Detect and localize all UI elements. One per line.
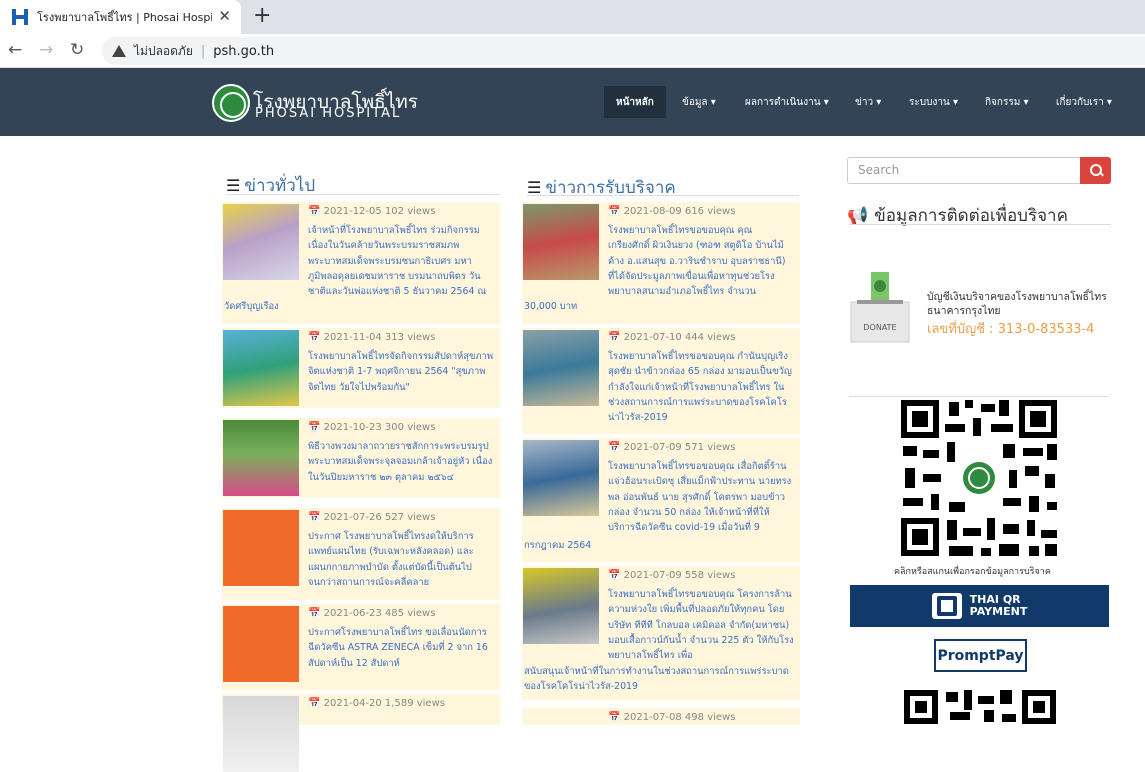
menu-news[interactable]: ข่าว ▾ [843,86,893,118]
donation-link[interactable]: โรงพยาบาลโพธิ์ไทรขอขอบคุณ เสื่อกิตติ์ร้า… [608,459,794,535]
divider [527,195,799,196]
news-link[interactable]: ประกาศ โรงพยาบาลโพธิ์ไทรงดให้บริการแพทย์… [308,529,494,590]
donation-thumbnail[interactable] [523,204,599,280]
news-card[interactable]: 📅 2021-07-26 527 views ประกาศ โรงพยาบาลโ… [222,508,500,600]
news-link[interactable]: พิธีวางพวงมาลาถวายราชสักการะพระบรมรูป พร… [308,439,494,485]
donation-meta: 📅 2021-07-08 498 views [608,712,736,723]
promptpay-qr-icon[interactable] [902,688,1058,725]
donation-card[interactable]: 📅 2021-08-09 616 views โรงพยาบาลโพธิ์ไทร… [522,202,800,324]
donation-thumbnail[interactable] [523,330,599,406]
new-tab-icon[interactable]: + [253,3,271,28]
donation-link-tail[interactable]: สนับสนุนเจ้าหน้าที่ในการทำงานในช่วงสถานก… [524,664,794,695]
donation-link[interactable]: โรงพยาบาลโพธิ์ไทรขอขอบคุณ คุณเกรียงศักดิ… [608,223,794,299]
news-link-tail[interactable]: วัดศรีบุญเรือง [224,299,494,314]
news-thumbnail[interactable] [223,510,299,586]
donation-link[interactable]: โรงพยาบาลโพธิ์ไทรขอขอบคุณ โครงการล้านควา… [608,587,794,663]
donation-thumbnail[interactable] [523,568,599,644]
qr-code-icon[interactable] [899,398,1059,558]
list-icon: ☰ [226,176,241,195]
insecure-label: ไม่ปลอดภัย [134,43,193,58]
megaphone-icon: 📢 [847,205,869,226]
promptpay-logo: PromptPay [934,639,1027,672]
donation-meta: 📅 2021-07-10 444 views [608,332,736,343]
donation-link-tail[interactable]: กรกฎาคม 2564 [524,538,794,553]
close-tab-icon[interactable]: ✕ [218,7,231,25]
browser-tab[interactable]: โรงพยาบาลโพธิ์ไทร | Phosai Hospital ✕ [0,0,241,34]
news-thumbnail[interactable] [223,204,299,280]
thai-qr-icon [931,593,962,619]
forward-icon[interactable]: → [39,40,53,60]
news-meta: 📅 2021-04-20 1,589 views [308,698,445,709]
divider [849,396,1109,397]
donation-card[interactable]: 📅 2021-07-09 571 views โรงพยาบาลโพธิ์ไทร… [522,438,800,562]
news-card[interactable]: 📅 2021-10-23 300 views พิธีวางพวงมาลาถวา… [222,418,500,498]
news-link[interactable]: ประกาศโรงพยาบาลโพธิ์ไทร ขอเลื่อนนัดการฉี… [308,625,494,671]
donation-link-tail[interactable]: 30,000 บาท [524,299,794,314]
reload-icon[interactable]: ↻ [70,40,84,60]
donation-card[interactable]: 📅 2021-07-08 498 views [522,708,800,725]
url-text[interactable]: psh.go.th [213,44,274,59]
divider [226,194,500,195]
news-link[interactable]: โรงพยาบาลโพธิ์ไทรจัดกิจกรรมสัปดาห์สุขภาพ… [308,349,494,395]
news-card[interactable]: 📅 2021-04-20 1,589 views [222,694,500,772]
donation-link[interactable]: โรงพยาบาลโพธิ์ไทรขอขอบคุณ กำนันบุญเริง ส… [608,349,794,425]
news-meta: 📅 2021-07-26 527 views [308,512,436,523]
menu-performance[interactable]: ผลการดำเนินงาน ▾ [733,86,841,118]
news-thumbnail[interactable] [223,330,299,406]
news-card[interactable]: 📅 2021-11-04 313 views โรงพยาบาลโพธิ์ไทร… [222,328,500,408]
donation-card[interactable]: 📅 2021-07-09 558 views โรงพยาบาลโพธิ์ไทร… [522,566,800,700]
menu-systems[interactable]: ระบบงาน ▾ [897,86,970,118]
menu-info[interactable]: ข้อมูล ▾ [670,86,728,118]
donation-news-heading: ☰ ข่าวการรับบริจาค [527,174,676,201]
news-meta: 📅 2021-10-23 300 views [308,422,436,433]
donation-meta: 📅 2021-07-09 558 views [608,570,736,581]
tab-title: โรงพยาบาลโพธิ์ไทร | Phosai Hospital [37,11,212,24]
menu-home[interactable]: หน้าหลัก [604,86,666,118]
donation-meta: 📅 2021-07-09 571 views [608,442,736,453]
qr-caption: คลิกหรือสแกนเพื่อกรอกข้อมูลการบริจาค [894,567,1051,577]
search-button[interactable] [1080,157,1111,184]
news-thumbnail[interactable] [223,420,299,496]
thai-qr-label-2: PAYMENT [969,605,1028,618]
warning-icon [112,45,126,57]
account-name: บัญชีเงินบริจาคของโรงพยาบาลโพธิ์ไทร ธนาค… [927,291,1107,317]
thai-qr-banner: THAI QR PAYMENT [850,585,1109,627]
account-number: เลขที่บัญชี : 313-0-83533-4 [927,322,1095,337]
donation-card[interactable]: 📅 2021-07-10 444 views โรงพยาบาลโพธิ์ไทร… [522,328,800,434]
browser-tabbar: โรงพยาบาลโพธิ์ไทร | Phosai Hospital ✕ + [0,0,1145,34]
address-bar[interactable]: ไม่ปลอดภัย | psh.go.th [102,37,1145,65]
donation-meta: 📅 2021-08-09 616 views [608,206,736,217]
donation-thumbnail[interactable] [523,440,599,516]
menu-activities[interactable]: กิจกรรม ▾ [973,86,1041,118]
news-thumbnail[interactable] [223,696,299,772]
donate-label: DONATE [863,323,896,332]
thai-qr-text: THAI QR PAYMENT [970,594,1028,618]
divider [849,224,1111,225]
news-card[interactable]: 📅 2021-06-23 485 views ประกาศโรงพยาบาลโพ… [222,604,500,690]
menu-about[interactable]: เกี่ยวกับเรา ▾ [1044,86,1124,118]
news-meta: 📅 2021-06-23 485 views [308,608,436,619]
hospital-logo-icon[interactable] [212,84,250,122]
browser-toolbar: ← → ↻ ไม่ปลอดภัย | psh.go.th [0,34,1145,68]
donate-box-icon: DONATE [850,272,910,343]
site-favicon-icon [12,9,28,25]
news-meta: 📅 2021-11-04 313 views [308,332,436,343]
brand-name-en[interactable]: PHOSAI HOSPITAL [255,106,401,121]
news-card[interactable]: 📅 2021-12-05 102 views เจ้าหน้าที่โรงพยา… [222,202,500,324]
donation-news-title: ข่าวการรับบริจาค [545,178,676,198]
site-header: โรงพยาบาลโพธิ์ไทร PHOSAI HOSPITAL หน้าหล… [0,68,1145,136]
search-input[interactable]: Search [847,157,1081,184]
news-meta: 📅 2021-12-05 102 views [308,206,436,217]
news-link[interactable]: เจ้าหน้าที่โรงพยาบาลโพธิ์ไทร ร่วมกิจกรรม… [308,223,494,299]
back-icon[interactable]: ← [8,40,22,60]
news-thumbnail[interactable] [223,606,299,682]
omnibox-separator: | [200,43,206,59]
